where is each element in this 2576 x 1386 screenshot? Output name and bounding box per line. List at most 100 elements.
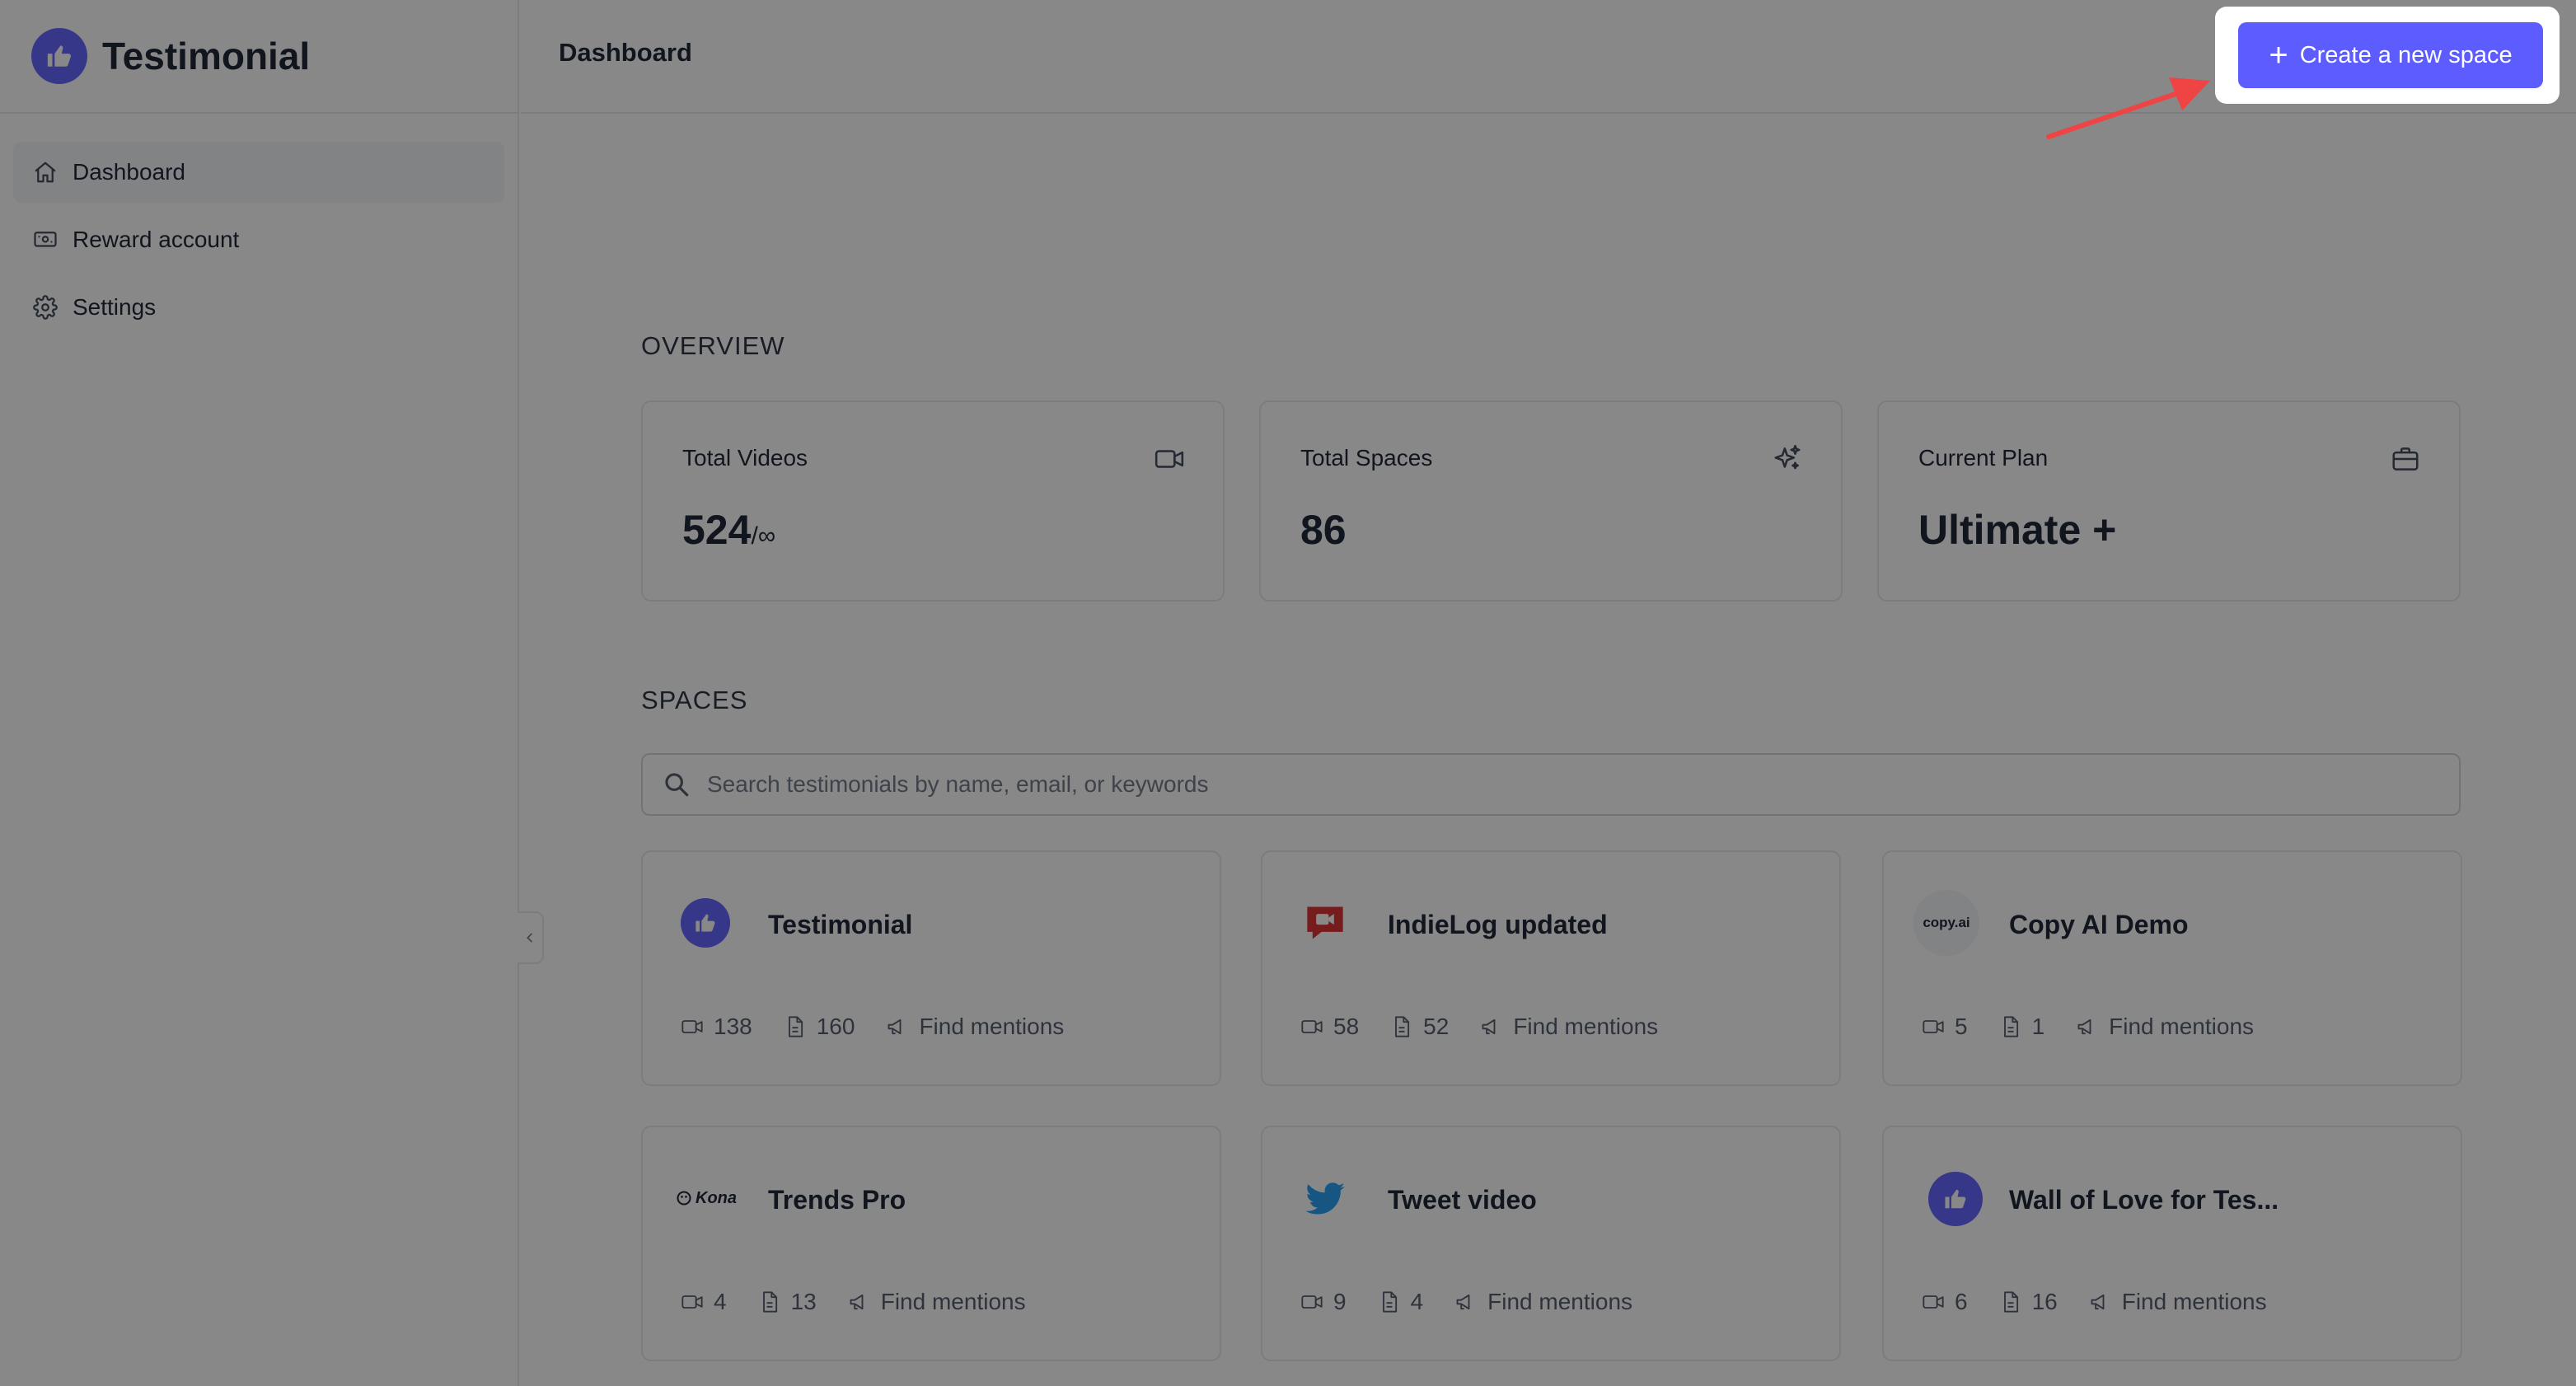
video-count: 58 — [1300, 1014, 1359, 1040]
stat-suffix: /∞ — [751, 522, 776, 550]
page-title: Dashboard — [559, 38, 692, 67]
space-card-wall-of-love[interactable]: Wall of Love for Tes... 6 16 Find mentio… — [1882, 1126, 2462, 1361]
video-icon — [1155, 450, 1184, 468]
text-count: 16 — [1999, 1289, 2058, 1315]
video-count-value: 9 — [1333, 1289, 1347, 1314]
megaphone-icon — [1456, 1294, 1470, 1310]
space-card-copy-ai-demo[interactable]: copy.ai Copy AI Demo 5 1 Find mentions — [1882, 850, 2462, 1086]
testimonial-logo-icon — [1928, 1172, 1983, 1226]
megaphone-icon — [888, 1018, 902, 1035]
text-count: 1 — [1999, 1014, 2044, 1040]
stat-card-total-spaces: Total Spaces 86 — [1259, 400, 1843, 602]
stat-value: Ultimate + — [1918, 506, 2116, 554]
testimonial-logo-icon — [681, 898, 730, 948]
document-icon — [2003, 1291, 2018, 1313]
sidebar-collapse-button[interactable] — [518, 911, 544, 964]
find-mentions-label: Find mentions — [2109, 1014, 2255, 1039]
text-count-value: 52 — [1423, 1014, 1450, 1039]
space-meta: 4 13 Find mentions — [681, 1289, 1057, 1315]
stat-number: 524 — [682, 507, 752, 553]
video-count: 6 — [1922, 1289, 1968, 1315]
space-name: IndieLog updated — [1388, 910, 1608, 939]
video-icon — [1301, 1020, 1323, 1033]
sidebar-item-reward-account[interactable]: Reward account — [13, 209, 504, 270]
find-mentions-link[interactable]: Find mentions — [2076, 1014, 2254, 1040]
briefcase-icon — [2392, 447, 2419, 471]
video-icon — [681, 1020, 703, 1033]
space-card-indielog[interactable]: IndieLog updated 58 52 Find mentions — [1261, 850, 1841, 1086]
create-button-label: Create a new space — [2299, 41, 2513, 68]
find-mentions-label: Find mentions — [880, 1289, 1026, 1314]
indielog-logo-icon — [1300, 898, 1350, 948]
sidebar-nav: Dashboard Reward account Settings — [0, 114, 518, 338]
space-card-testimonial[interactable]: Testimonial 138 160 Find mentions — [641, 850, 1221, 1086]
text-count-value: 4 — [1410, 1289, 1424, 1314]
kona-logo-text: Kona — [696, 1188, 737, 1207]
text-count-value: 160 — [816, 1014, 855, 1039]
text-count-value: 13 — [790, 1289, 817, 1314]
copyai-logo-text: copy.ai — [1923, 915, 1970, 930]
find-mentions-label: Find mentions — [919, 1014, 1065, 1039]
sidebar-item-label: Dashboard — [73, 159, 185, 185]
video-count: 138 — [681, 1014, 752, 1040]
brand[interactable]: Testimonial — [0, 0, 518, 114]
stat-label: Total Spaces — [1300, 445, 1433, 471]
space-meta: 6 16 Find mentions — [1922, 1289, 2298, 1315]
stat-label: Total Videos — [682, 445, 808, 471]
text-count: 160 — [784, 1014, 855, 1040]
find-mentions-label: Find mentions — [1513, 1014, 1659, 1039]
text-count-value: 16 — [2031, 1289, 2058, 1314]
create-new-space-button[interactable]: + Create a new space — [2238, 22, 2543, 88]
find-mentions-link[interactable]: Find mentions — [2089, 1289, 2267, 1315]
space-name: Tweet video — [1388, 1185, 1537, 1215]
megaphone-icon — [2091, 1294, 2105, 1310]
spaces-label: SPACES — [641, 686, 748, 714]
brand-name: Testimonial — [102, 35, 311, 77]
document-icon — [1382, 1291, 1397, 1313]
create-button-highlight: + Create a new space — [2215, 7, 2560, 104]
megaphone-icon — [850, 1294, 864, 1310]
stat-number: 86 — [1300, 507, 1347, 553]
find-mentions-label: Find mentions — [2121, 1289, 2267, 1314]
space-card-trends-pro[interactable]: Kona Trends Pro 4 13 Find mentions — [641, 1126, 1221, 1361]
home-icon — [35, 162, 56, 183]
document-icon — [1395, 1016, 1410, 1037]
find-mentions-label: Find mentions — [1487, 1289, 1633, 1314]
stat-value: 524/∞ — [682, 506, 775, 554]
video-count: 4 — [681, 1289, 727, 1315]
stat-card-total-videos: Total Videos 524/∞ — [641, 400, 1225, 602]
video-count-value: 5 — [1955, 1014, 1968, 1039]
video-count-value: 58 — [1333, 1014, 1360, 1039]
megaphone-icon — [2077, 1018, 2091, 1035]
find-mentions-link[interactable]: Find mentions — [886, 1014, 1064, 1040]
find-mentions-link[interactable]: Find mentions — [1454, 1289, 1632, 1315]
video-count: 5 — [1922, 1014, 1968, 1040]
video-count: 9 — [1300, 1289, 1347, 1315]
sidebar: Testimonial Dashboard Reward account Set… — [0, 0, 519, 1386]
stat-label: Current Plan — [1918, 445, 2049, 471]
space-card-tweet-video[interactable]: Tweet video 9 4 Find mentions — [1261, 1126, 1841, 1361]
sidebar-item-settings[interactable]: Settings — [13, 277, 504, 338]
find-mentions-link[interactable]: Find mentions — [1480, 1014, 1658, 1040]
video-icon — [1301, 1295, 1323, 1309]
text-count: 13 — [758, 1289, 817, 1315]
plus-icon: + — [2269, 37, 2288, 73]
space-name: Trends Pro — [768, 1185, 906, 1215]
space-name: Wall of Love for Tes... — [2009, 1185, 2279, 1215]
twitter-logo-icon — [1300, 1173, 1350, 1223]
document-icon — [2003, 1016, 2018, 1037]
megaphone-icon — [1482, 1018, 1496, 1035]
annotation-arrow-icon — [2046, 77, 2210, 139]
sidebar-item-dashboard[interactable]: Dashboard — [13, 142, 504, 203]
sidebar-item-label: Reward account — [73, 227, 240, 252]
search-input[interactable] — [707, 771, 2355, 798]
text-count: 4 — [1378, 1289, 1424, 1315]
gear-icon — [33, 295, 58, 320]
search-bar[interactable] — [641, 753, 2461, 816]
copyai-logo-icon: copy.ai — [1913, 890, 1979, 956]
stat-value: 86 — [1300, 506, 1347, 554]
banknote-icon — [34, 232, 57, 247]
text-count: 52 — [1390, 1014, 1449, 1040]
sidebar-item-label: Settings — [73, 294, 157, 320]
find-mentions-link[interactable]: Find mentions — [848, 1289, 1026, 1315]
